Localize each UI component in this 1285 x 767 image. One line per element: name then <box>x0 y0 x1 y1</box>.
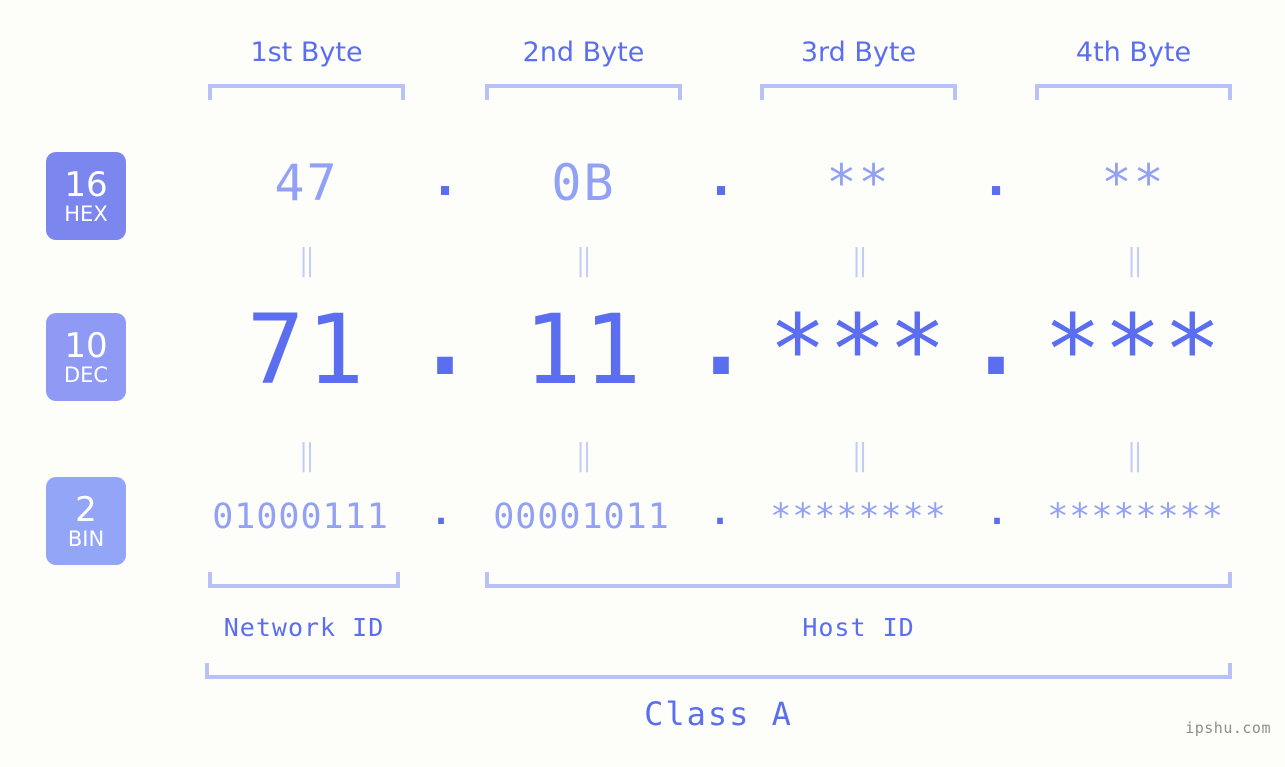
equals-icon-hex-dec-4: || <box>1127 243 1143 278</box>
byte-bracket-4 <box>1035 84 1232 100</box>
bin-octet-1: 01000111 <box>212 497 389 537</box>
bin-separator-1: . <box>430 493 452 533</box>
equals-icon-dec-bin-4: || <box>1127 438 1143 473</box>
base-badge-bin-abbr: BIN <box>67 527 105 551</box>
dec-separator-1: . <box>416 285 474 397</box>
base-badge-dec-number: 10 <box>64 326 108 366</box>
ip-address-breakdown-diagram: 1st Byte 2nd Byte 3rd Byte 4th Byte 16 H… <box>0 0 1285 767</box>
byte-bracket-2 <box>485 84 682 100</box>
bin-octet-2: 00001011 <box>493 497 670 537</box>
hex-octet-3: ** <box>826 154 891 212</box>
dec-separator-2: . <box>692 285 750 397</box>
dec-octet-1: 71 <box>246 294 367 406</box>
base-badge-bin-number: 2 <box>75 490 97 530</box>
bin-separator-2: . <box>709 493 731 533</box>
base-badge-hex: 16 HEX <box>46 152 126 240</box>
base-badge-bin: 2 BIN <box>46 477 126 565</box>
watermark: ipshu.com <box>1185 719 1271 737</box>
base-badge-dec: 10 DEC <box>46 313 126 401</box>
bin-octet-4: ******** <box>1047 497 1224 537</box>
class-bracket <box>205 663 1232 679</box>
hex-separator-2: . <box>705 149 737 207</box>
equals-icon-dec-bin-3: || <box>852 438 868 473</box>
base-badge-hex-number: 16 <box>64 165 108 205</box>
equals-icon-dec-bin-1: || <box>299 438 315 473</box>
hex-octet-2: 0B <box>551 154 616 212</box>
class-label: Class A <box>644 695 793 733</box>
base-badge-hex-abbr: HEX <box>64 202 108 226</box>
base-badge-dec-abbr: DEC <box>63 363 109 387</box>
equals-icon-dec-bin-2: || <box>576 438 592 473</box>
byte-header-4: 4th Byte <box>1075 37 1192 68</box>
equals-icon-hex-dec-1: || <box>299 243 315 278</box>
dec-octet-4: *** <box>1043 294 1224 406</box>
equals-icon-hex-dec-2: || <box>576 243 592 278</box>
dec-octet-2: 11 <box>523 294 644 406</box>
host-id-label: Host ID <box>802 613 915 642</box>
equals-icon-hex-dec-3: || <box>852 243 868 278</box>
host-id-bracket <box>485 572 1232 588</box>
byte-header-1: 1st Byte <box>250 37 363 68</box>
bin-octet-3: ******** <box>770 497 947 537</box>
network-id-bracket <box>208 572 400 588</box>
network-id-label: Network ID <box>223 613 385 642</box>
byte-header-3: 3rd Byte <box>800 37 917 68</box>
hex-octet-4: ** <box>1101 154 1166 212</box>
byte-bracket-3 <box>760 84 957 100</box>
byte-header-2: 2nd Byte <box>522 37 645 68</box>
dec-separator-3: . <box>967 285 1025 397</box>
hex-separator-3: . <box>980 149 1012 207</box>
byte-bracket-1 <box>208 84 405 100</box>
hex-separator-1: . <box>429 149 461 207</box>
dec-octet-3: *** <box>768 294 949 406</box>
bin-separator-3: . <box>986 493 1008 533</box>
hex-octet-1: 47 <box>274 154 339 212</box>
